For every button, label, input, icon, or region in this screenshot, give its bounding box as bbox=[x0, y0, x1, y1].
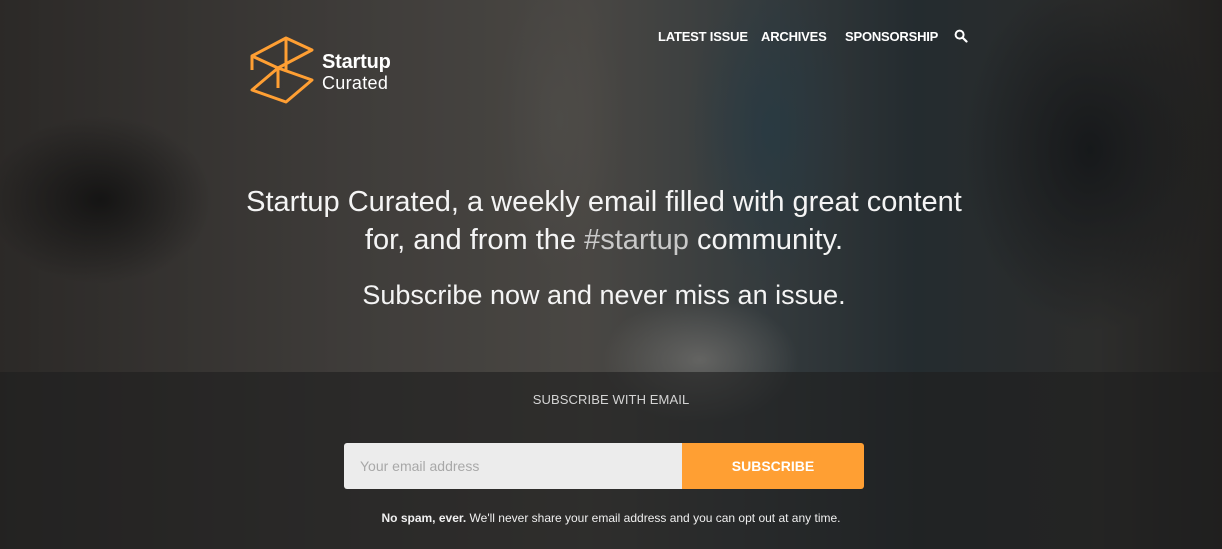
disclaimer-bold: No spam, ever. bbox=[381, 511, 467, 525]
email-input[interactable] bbox=[344, 443, 682, 489]
brand-name-line2: Curated bbox=[322, 73, 389, 93]
subscribe-label: SUBSCRIBE WITH EMAIL bbox=[532, 392, 690, 407]
headline-text-end: community. bbox=[688, 224, 844, 256]
privacy-disclaimer: No spam, ever. We'll never share your em… bbox=[0, 511, 1222, 525]
nav-archives[interactable]: ARCHIVES bbox=[761, 29, 827, 44]
disclaimer-text: We'll never share your email address and… bbox=[466, 511, 841, 525]
startup-hashtag: #startup bbox=[584, 224, 689, 256]
brand-name-line1: Startup bbox=[322, 51, 391, 73]
nav-latest-issue[interactable]: LATEST ISSUE bbox=[658, 29, 748, 44]
brand-logo[interactable]: Startup Curated bbox=[250, 36, 410, 106]
hero-subline: Subscribe now and never miss an issue. bbox=[362, 280, 846, 310]
hero-headline: Startup Curated, a weekly email filled w… bbox=[240, 183, 968, 259]
nav-sponsorship[interactable]: SPONSORSHIP bbox=[845, 29, 938, 44]
subscribe-button[interactable]: SUBSCRIBE bbox=[682, 443, 864, 489]
search-icon[interactable] bbox=[954, 29, 968, 43]
logo-mark-icon bbox=[250, 36, 314, 104]
